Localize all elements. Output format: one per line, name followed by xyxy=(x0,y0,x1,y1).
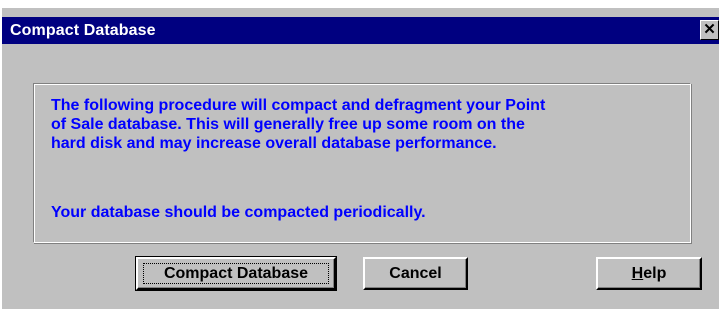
title-bar[interactable]: Compact Database ✕ xyxy=(2,17,719,44)
message-line: The following procedure will compact and… xyxy=(51,97,546,114)
message-paragraph-description: The following procedure will compact and… xyxy=(51,96,545,153)
close-button[interactable]: ✕ xyxy=(700,20,719,40)
message-paragraph-recommendation: Your database should be compacted period… xyxy=(51,204,426,221)
message-line: hard disk and may increase overall datab… xyxy=(51,135,497,152)
cancel-button-label: Cancel xyxy=(389,264,442,282)
compact-database-button-label: Compact Database xyxy=(163,264,309,282)
window-title: Compact Database xyxy=(10,22,156,39)
compact-database-dialog: Compact Database ✕ The following procedu… xyxy=(2,8,719,309)
cancel-button[interactable]: Cancel xyxy=(363,257,468,290)
message-line: of Sale database. This will generally fr… xyxy=(51,116,525,133)
help-button-accelerator: H xyxy=(631,264,644,282)
help-button-label: elp xyxy=(643,264,667,282)
compact-database-button[interactable]: Compact Database xyxy=(135,256,337,291)
message-panel: The following procedure will compact and… xyxy=(33,83,691,243)
help-button[interactable]: Help xyxy=(596,257,702,290)
close-icon: ✕ xyxy=(703,21,716,38)
